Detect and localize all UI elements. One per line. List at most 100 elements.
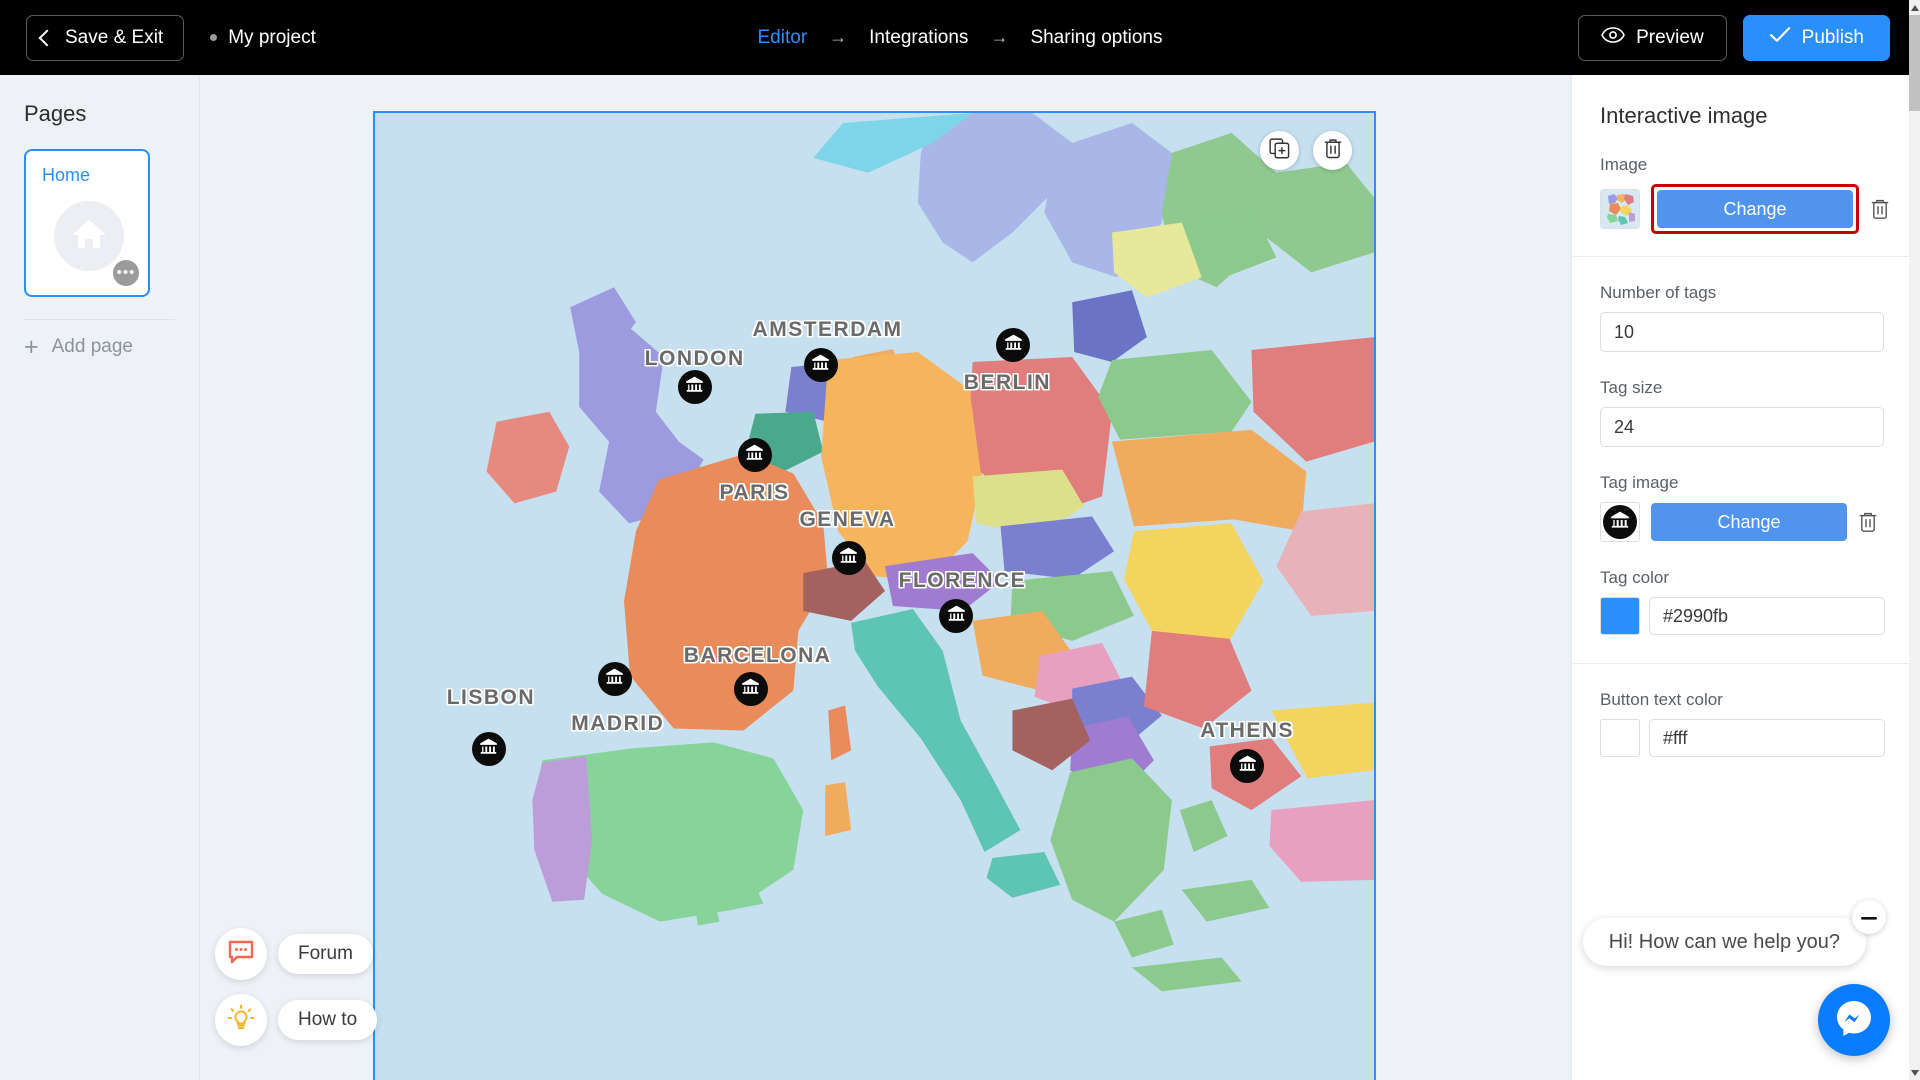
pages-sidebar: Pages Home ••• + Add page: [0, 75, 200, 1080]
tag-color-input[interactable]: [1649, 597, 1885, 635]
bank-icon: [605, 667, 624, 691]
sidebar-divider: [24, 319, 175, 320]
chat-bubble-icon: [227, 939, 255, 970]
tag-image-circle: [1603, 505, 1637, 539]
save-and-exit-label: Save & Exit: [65, 26, 164, 48]
bank-icon: [1610, 510, 1630, 535]
forum-button[interactable]: [215, 928, 267, 980]
duplicate-element-button[interactable]: [1260, 131, 1299, 170]
minus-icon: [1861, 908, 1877, 926]
bank-icon: [1238, 754, 1257, 778]
breadcrumb-item-editor[interactable]: Editor: [758, 27, 808, 49]
bank-icon: [741, 677, 760, 701]
change-image-button[interactable]: Change: [1657, 190, 1853, 228]
button-text-color-input[interactable]: [1649, 719, 1885, 757]
panel-divider-1: [1572, 256, 1909, 257]
eye-icon: [1601, 26, 1625, 49]
bank-icon: [811, 353, 830, 377]
project-name-area[interactable]: My project: [210, 27, 316, 49]
page-options-button[interactable]: •••: [113, 260, 139, 286]
panel-divider-2: [1572, 663, 1909, 664]
europe-map-graphic: [375, 113, 1374, 1080]
duplicate-icon: [1269, 137, 1290, 164]
map-tag-10[interactable]: [1230, 748, 1265, 783]
tag-color-swatch[interactable]: [1600, 597, 1640, 635]
map-tag-6[interactable]: [939, 598, 974, 633]
helper-forum[interactable]: Forum: [215, 928, 377, 980]
plus-icon: +: [24, 332, 39, 361]
add-page-label: Add page: [51, 336, 133, 357]
tag-image-thumbnail[interactable]: [1600, 502, 1640, 542]
page-card-label: Home: [42, 165, 91, 185]
interactive-image-element[interactable]: AMSTERDAM LONDON BERLIN PARIS GENEVA FLO…: [373, 111, 1376, 1080]
scrollbar-thumb[interactable]: [1909, 15, 1920, 111]
project-status-dot-icon: [210, 34, 218, 41]
breadcrumb-arrow-icon-1: →: [829, 27, 848, 47]
breadcrumb-item-integrations[interactable]: Integrations: [869, 27, 968, 49]
how-to-label-pill[interactable]: How to: [278, 1000, 378, 1040]
map-tag-2[interactable]: [677, 369, 712, 404]
breadcrumb: Editor → Integrations → Sharing options: [758, 27, 1163, 49]
top-bar-actions: Preview Publish: [1578, 14, 1890, 61]
scroll-up-arrow-icon[interactable]: [1909, 0, 1920, 15]
image-thumbnail[interactable]: [1600, 189, 1640, 229]
map-tag-4[interactable]: [737, 437, 772, 472]
preview-label: Preview: [1636, 26, 1704, 48]
tag-image-row: Change: [1600, 502, 1909, 542]
delete-icon: [1323, 138, 1343, 164]
chevron-left-icon: [38, 29, 56, 46]
breadcrumb-item-sharing-options[interactable]: Sharing options: [1030, 27, 1162, 49]
delete-element-button[interactable]: [1313, 131, 1352, 170]
forum-label-pill[interactable]: Forum: [278, 934, 373, 974]
tag-color-row: [1600, 597, 1909, 635]
add-page-button[interactable]: + Add page: [24, 332, 199, 361]
map-tag-3[interactable]: [996, 328, 1031, 363]
publish-button[interactable]: Publish: [1742, 14, 1890, 61]
map-tag-9[interactable]: [471, 732, 506, 766]
map-tag-8[interactable]: [597, 662, 632, 697]
map-tag-1[interactable]: [803, 348, 838, 383]
tag-size-label: Tag size: [1600, 378, 1663, 397]
save-and-exit-button[interactable]: Save & Exit: [26, 14, 185, 61]
page-card-home[interactable]: Home •••: [24, 149, 150, 297]
top-bar: Save & Exit My project Editor → Integrat…: [0, 0, 1920, 75]
check-icon: [1769, 26, 1791, 49]
home-icon: [69, 216, 109, 257]
change-image-highlight: Change: [1651, 184, 1859, 234]
element-toolbar: [1260, 131, 1352, 170]
tag-size-input[interactable]: [1600, 407, 1884, 447]
page-scrollbar[interactable]: [1909, 0, 1920, 1080]
breadcrumb-arrow-icon-2: →: [990, 27, 1009, 47]
bank-icon: [479, 737, 498, 761]
how-to-button[interactable]: [215, 994, 267, 1046]
scroll-down-arrow-icon[interactable]: [1909, 1065, 1920, 1080]
number-of-tags-input[interactable]: [1600, 312, 1884, 352]
chat-minimize-button[interactable]: [1852, 900, 1886, 934]
bank-icon: [947, 604, 966, 628]
delete-tag-image-button[interactable]: [1858, 511, 1878, 533]
project-name-label: My project: [228, 26, 316, 48]
lightbulb-icon: [226, 1003, 256, 1038]
tag-image-label: Tag image: [1600, 473, 1679, 492]
helper-how-to[interactable]: How to: [215, 994, 378, 1046]
map-tag-7[interactable]: [733, 671, 768, 706]
messenger-icon: [1832, 996, 1876, 1045]
button-text-color-swatch[interactable]: [1600, 719, 1640, 757]
europe-map-thumbnail-graphic: [1601, 190, 1639, 228]
map-tag-5[interactable]: [831, 540, 866, 575]
helper-buttons: Forum How to: [215, 928, 378, 1046]
trash-icon: [1871, 199, 1889, 219]
image-field-label: Image: [1600, 155, 1648, 174]
trash-icon: [1859, 512, 1877, 532]
preview-button[interactable]: Preview: [1578, 14, 1727, 61]
number-of-tags-label: Number of tags: [1600, 283, 1717, 302]
button-text-color-label: Button text color: [1600, 690, 1723, 709]
change-tag-image-button[interactable]: Change: [1651, 503, 1847, 541]
image-field-row: Change: [1600, 184, 1909, 234]
delete-image-button[interactable]: [1870, 198, 1890, 220]
editor-canvas: AMSTERDAM LONDON BERLIN PARIS GENEVA FLO…: [200, 75, 1549, 1080]
bank-icon: [745, 443, 764, 467]
panel-title: Interactive image: [1600, 103, 1768, 128]
messenger-launcher-button[interactable]: [1818, 984, 1890, 1056]
bank-icon: [1004, 333, 1023, 357]
